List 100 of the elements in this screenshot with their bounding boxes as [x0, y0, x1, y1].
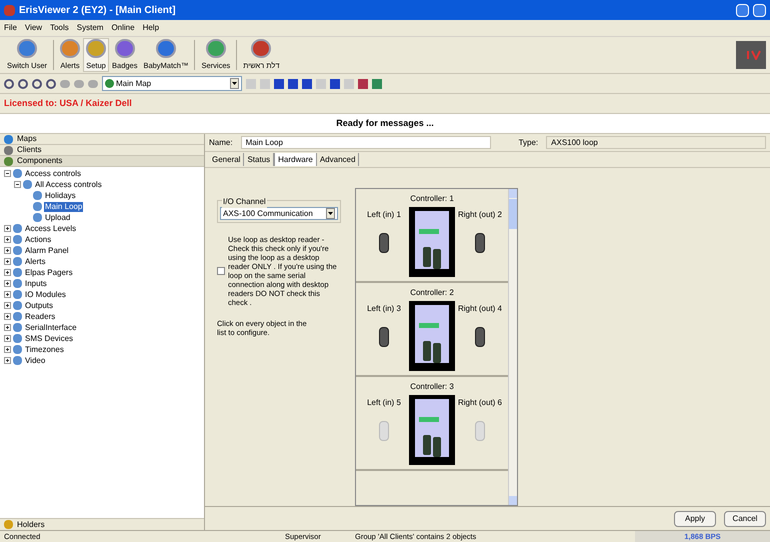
reader-label: Left (in) 1 [367, 209, 401, 222]
expand-icon[interactable] [4, 302, 11, 309]
expand-icon[interactable] [4, 335, 11, 342]
tab[interactable]: General [209, 153, 244, 166]
node-icon [13, 290, 22, 299]
menu-item[interactable]: Tools [50, 22, 69, 34]
expand-icon[interactable] [4, 280, 11, 287]
map-select[interactable]: Main Map [102, 76, 242, 91]
menu-item[interactable]: View [24, 22, 42, 34]
tree-item[interactable]: Upload [44, 212, 72, 222]
app-icon [4, 4, 15, 16]
controller-title: Controller: 3 [410, 381, 454, 394]
node-icon [13, 334, 22, 343]
expand-icon[interactable] [4, 269, 11, 276]
node-icon [13, 279, 22, 288]
node-icon [13, 301, 22, 310]
restore-button[interactable] [753, 4, 766, 16]
controller-item[interactable]: Controller: 2 Left (in) 3 Right (out) 4 [356, 283, 508, 378]
dropdown-caret-icon [326, 208, 335, 220]
node-icon [13, 312, 22, 321]
controller-title: Controller: 2 [410, 287, 454, 300]
io-channel-select[interactable]: AXS-100 Communication [220, 207, 338, 220]
tree-item[interactable]: Alerts [24, 256, 46, 266]
expand-icon[interactable] [4, 236, 11, 243]
expand-icon[interactable] [4, 357, 11, 364]
toolbar-icon [114, 39, 135, 58]
sidebar-section-header[interactable]: Holders [0, 518, 204, 530]
scrollbar[interactable] [508, 189, 517, 506]
controller-item[interactable]: Controller: 1 Left (in) 1 Right (out) 2 [356, 189, 508, 284]
tree-item[interactable]: Inputs [24, 278, 48, 288]
tab[interactable]: Advanced [316, 153, 360, 166]
reader-icon[interactable] [379, 327, 389, 348]
tab[interactable]: Hardware [274, 153, 317, 166]
expand-icon[interactable] [4, 291, 11, 298]
node-icon [13, 323, 22, 332]
node-icon [13, 268, 22, 277]
tree-item[interactable]: All Access controls [34, 180, 103, 190]
dropdown-caret-icon [230, 78, 239, 89]
tree-item[interactable]: Alarm Panel [24, 246, 70, 256]
dialog-button[interactable]: Apply [674, 510, 716, 527]
node-icon [33, 202, 42, 211]
menu-item[interactable]: Online [111, 22, 135, 34]
expand-icon[interactable] [4, 258, 11, 265]
reader-icon[interactable] [475, 233, 485, 254]
sidebar-section-header[interactable]: Components [0, 156, 204, 167]
expand-icon[interactable] [4, 247, 11, 254]
tree-item[interactable]: Holidays [44, 190, 77, 200]
controller-drawing [409, 207, 455, 278]
node-icon [13, 224, 22, 233]
reader-label: Right (out) 4 [458, 303, 502, 316]
minimize-button[interactable] [736, 4, 749, 16]
tree-item[interactable]: Outputs [24, 300, 54, 310]
collapse-icon[interactable] [14, 181, 21, 188]
node-icon [33, 213, 42, 222]
expand-icon[interactable] [4, 313, 11, 320]
name-field[interactable]: Main Loop [240, 136, 491, 150]
menu-item[interactable]: File [4, 22, 17, 34]
controller-drawing [409, 395, 455, 466]
reader-icon[interactable] [475, 327, 485, 348]
reader-label: Left (in) 3 [367, 303, 401, 316]
dialog-button[interactable]: Cancel [724, 510, 766, 527]
sidebar-section-header[interactable]: Clients [0, 145, 204, 156]
node-icon [13, 169, 22, 178]
node-icon [23, 180, 32, 189]
tree-item[interactable]: SMS Devices [24, 334, 74, 344]
reader-label: Right (out) 2 [458, 209, 502, 222]
tree-item[interactable]: Elpas Pagers [24, 268, 74, 278]
expand-icon[interactable] [4, 225, 11, 232]
toolbar-icon [86, 39, 106, 58]
globe-icon [105, 79, 114, 88]
group-label: I/O Channel [222, 196, 267, 208]
tree-item[interactable]: Video [24, 356, 46, 366]
reader-label: Left (in) 5 [367, 397, 401, 410]
tree-item[interactable]: Timezones [24, 344, 65, 354]
node-icon [13, 235, 22, 244]
menu-item[interactable]: System [76, 22, 104, 34]
tree-item[interactable]: Actions [24, 234, 52, 244]
collapse-icon[interactable] [4, 170, 11, 177]
expand-icon[interactable] [4, 346, 11, 353]
desktop-reader-checkbox[interactable] [217, 267, 225, 276]
name-label: Name: [209, 136, 233, 149]
logo-icon [736, 41, 766, 69]
tree-item[interactable]: Access Levels [24, 224, 78, 234]
toolbar-icon [251, 39, 272, 58]
expand-icon[interactable] [4, 324, 11, 331]
tree-item[interactable]: IO Modules [24, 290, 67, 300]
window-title: ErisViewer 2 (EY2) - [Main Client] [19, 4, 176, 18]
menu-item[interactable]: Help [142, 22, 160, 34]
tree-item[interactable]: Readers [24, 312, 56, 322]
type-field: AXS100 loop [546, 136, 766, 150]
reader-icon[interactable] [379, 233, 389, 254]
toolbar-icon [206, 39, 226, 58]
tree-item[interactable]: Access controls [24, 168, 82, 178]
tree-item[interactable]: SerialInterface [24, 322, 78, 332]
tree-item[interactable]: Main Loop [44, 202, 84, 212]
toolbar-icon [17, 39, 37, 58]
type-label: Type: [518, 136, 538, 149]
toolbar-icon [60, 39, 80, 58]
sidebar-section-header[interactable]: Maps [0, 134, 204, 145]
node-icon [13, 246, 22, 255]
